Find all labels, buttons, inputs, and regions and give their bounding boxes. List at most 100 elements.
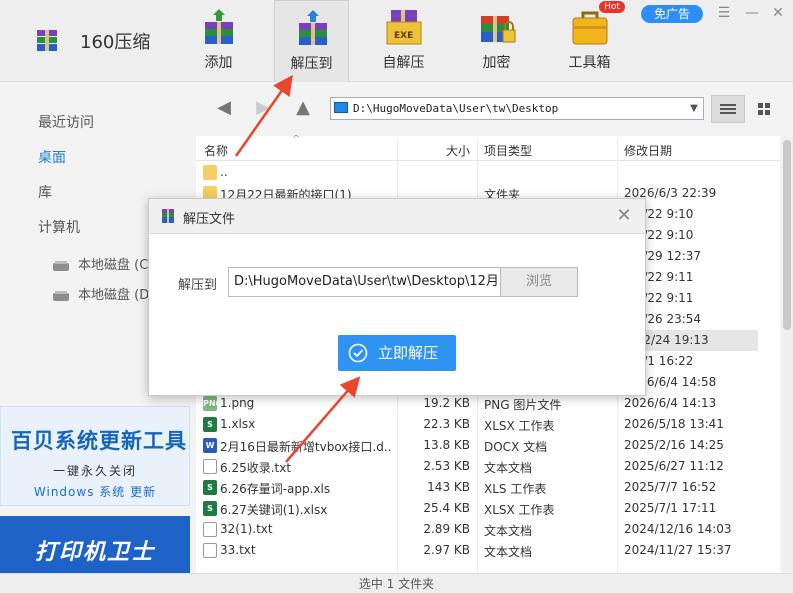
- file-type: DOCX 文档: [484, 440, 548, 454]
- file-date: 2024/11/27 15:37: [624, 543, 732, 557]
- scrollbar-thumb[interactable]: [783, 140, 791, 330]
- column-header-date[interactable]: 修改日期: [624, 142, 672, 159]
- ad1-subtitle-2: Windows 系统 更新: [33, 485, 157, 499]
- app-logo-icon: [37, 30, 57, 51]
- file-type: 文本文档: [484, 545, 533, 559]
- ad-banner-update-tool[interactable]: 百贝系统更新工具 一键永久关闭 Windows 系统 更新: [0, 406, 190, 506]
- table-row[interactable]: W 2月16日最新新增tvbox接口.d... 13.8 KB DOCX 文档 2025…: [196, 435, 758, 456]
- file-size: 2.89 KB: [423, 522, 470, 536]
- file-size: 13.8 KB: [423, 438, 470, 452]
- file-list-header: 名称 大小 项目类型 修改日期 ^: [196, 134, 780, 161]
- list-view-button[interactable]: [711, 95, 745, 123]
- archive-extract-icon: [299, 10, 327, 45]
- table-row[interactable]: S 1.xlsx 22.3 KB XLSX 工作表 2026/5/18 13:41: [196, 414, 758, 435]
- table-row[interactable]: PNG 1.png 19.2 KB PNG 图片文件 2026/6/4 14:13: [196, 393, 758, 414]
- hot-badge: Hot: [599, 1, 625, 13]
- browse-button[interactable]: 浏览: [500, 267, 578, 297]
- file-type: XLSX 工作表: [484, 503, 555, 517]
- table-row[interactable]: ..: [196, 162, 758, 183]
- table-row[interactable]: 6.25收录.txt 2.53 KB 文本文档 2025/6/27 11:12: [196, 456, 758, 477]
- xlsx-file-icon: S: [203, 480, 217, 495]
- sidebar-drive-c[interactable]: 本地磁盘 (C: [52, 254, 148, 273]
- file-name: ..: [220, 165, 228, 179]
- sidebar-item-library[interactable]: 库: [38, 182, 52, 202]
- file-date: 2025/2/16 14:25: [624, 438, 724, 452]
- sidebar-drive-d[interactable]: 本地磁盘 (D: [52, 284, 149, 303]
- up-arrow-icon[interactable]: ▲: [292, 97, 314, 119]
- encrypt-button[interactable]: 加密: [459, 0, 534, 82]
- drive-d-label: 本地磁盘 (D: [78, 288, 150, 303]
- drive-c-label: 本地磁盘 (C: [78, 258, 149, 273]
- forward-arrow-icon[interactable]: ▶: [252, 97, 274, 119]
- table-row[interactable]: 32(1).txt 2.89 KB 文本文档 2024/12/16 14:03: [196, 519, 758, 540]
- ad1-title: 百贝系统更新工具: [11, 429, 187, 453]
- status-bar: 选中 1 文件夹: [0, 573, 793, 593]
- add-button[interactable]: 添加: [181, 0, 256, 82]
- chevron-down-icon[interactable]: ▼: [686, 98, 702, 119]
- file-date: 2024/12/16 14:03: [624, 522, 732, 536]
- archive-lock-icon: [481, 16, 516, 43]
- png-file-icon: PNG: [203, 396, 222, 411]
- dialog-close-icon[interactable]: ✕: [615, 206, 633, 226]
- close-icon[interactable]: ✕: [768, 4, 788, 22]
- self-extract-label: 自解压: [382, 55, 425, 71]
- back-arrow-icon[interactable]: ◀: [213, 97, 235, 119]
- self-extract-button[interactable]: EXE 自解压: [366, 0, 441, 82]
- file-size: 25.4 KB: [423, 501, 470, 515]
- file-type: PNG 图片文件: [484, 398, 562, 412]
- disk-drive-icon: [53, 261, 69, 271]
- file-size: 2.53 KB: [423, 459, 470, 473]
- xlsx-file-icon: S: [203, 501, 217, 516]
- file-size: 143 KB: [427, 480, 470, 494]
- sidebar-item-recent[interactable]: 最近访问: [38, 112, 94, 132]
- sort-ascending-icon: ^: [292, 134, 301, 145]
- app-title: 160压缩: [80, 32, 151, 53]
- path-input[interactable]: D:\HugoMoveData\User\tw\Desktop: [330, 97, 704, 120]
- exe-badge: EXE: [394, 31, 414, 41]
- ad-free-button[interactable]: 免广告: [641, 5, 703, 23]
- extract-to-field-label: 解压到: [178, 278, 218, 293]
- menu-icon[interactable]: ☰: [714, 4, 734, 22]
- table-row[interactable]: 33.txt 2.97 KB 文本文档 2024/11/27 15:37: [196, 540, 758, 561]
- file-type: 文本文档: [484, 461, 533, 475]
- list-view-icon: [720, 104, 736, 114]
- file-date: 2025/7/7 16:52: [624, 480, 717, 494]
- dialog-title: 解压文件: [183, 212, 236, 227]
- desktop-icon: [334, 102, 348, 113]
- encrypt-label: 加密: [482, 55, 511, 71]
- file-type: XLS 工作表: [484, 482, 547, 496]
- file-date: 2025/7/1 17:11: [624, 501, 717, 515]
- file-name: 1.png: [220, 396, 255, 410]
- ad-banner-printer-guard[interactable]: 打印机卫士: [0, 516, 190, 574]
- extract-now-button[interactable]: 立即解压: [338, 335, 456, 371]
- file-name: 1.xlsx: [220, 417, 256, 431]
- file-name: 32(1).txt: [220, 522, 273, 536]
- add-label: 添加: [204, 55, 233, 71]
- archive-icon: [162, 209, 174, 223]
- column-header-type[interactable]: 项目类型: [484, 142, 532, 159]
- table-row[interactable]: S 6.26存量词-app.xls 143 KB XLS 工作表 2025/7/7 16…: [196, 477, 758, 498]
- disk-drive-icon: [53, 291, 69, 301]
- ad2-title: 打印机卫士: [34, 540, 155, 565]
- docx-file-icon: W: [203, 438, 217, 453]
- check-circle-icon: [348, 343, 368, 363]
- column-header-size[interactable]: 大小: [446, 142, 470, 159]
- file-name: 2月16日最新新增tvbox接口.d...: [220, 440, 392, 454]
- file-name: 6.26存量词-app.xls: [220, 482, 331, 496]
- toolbox-label: 工具箱: [568, 55, 611, 71]
- extract-path-input[interactable]: D:\HugoMoveData\User\tw\Desktop\12月22日: [228, 267, 502, 297]
- file-size: 2.97 KB: [423, 543, 470, 557]
- grid-view-icon: [758, 103, 770, 115]
- file-size: 19.2 KB: [423, 396, 470, 410]
- column-header-name[interactable]: 名称: [204, 142, 228, 159]
- table-row[interactable]: S 6.27关键词(1).xlsx 25.4 KB XLSX 工作表 2025/7/1 …: [196, 498, 758, 519]
- grid-view-button[interactable]: [747, 95, 781, 123]
- extract-now-label: 立即解压: [378, 344, 439, 362]
- minimize-icon[interactable]: —: [742, 4, 762, 22]
- sidebar-item-computer[interactable]: 计算机: [38, 217, 80, 237]
- extract-to-button[interactable]: 解压到: [274, 0, 349, 82]
- xlsx-file-icon: S: [203, 417, 217, 432]
- sidebar-item-desktop[interactable]: 桌面: [38, 147, 66, 167]
- file-name: 33.txt: [220, 543, 256, 557]
- file-name: 6.27关键词(1).xlsx: [220, 503, 328, 517]
